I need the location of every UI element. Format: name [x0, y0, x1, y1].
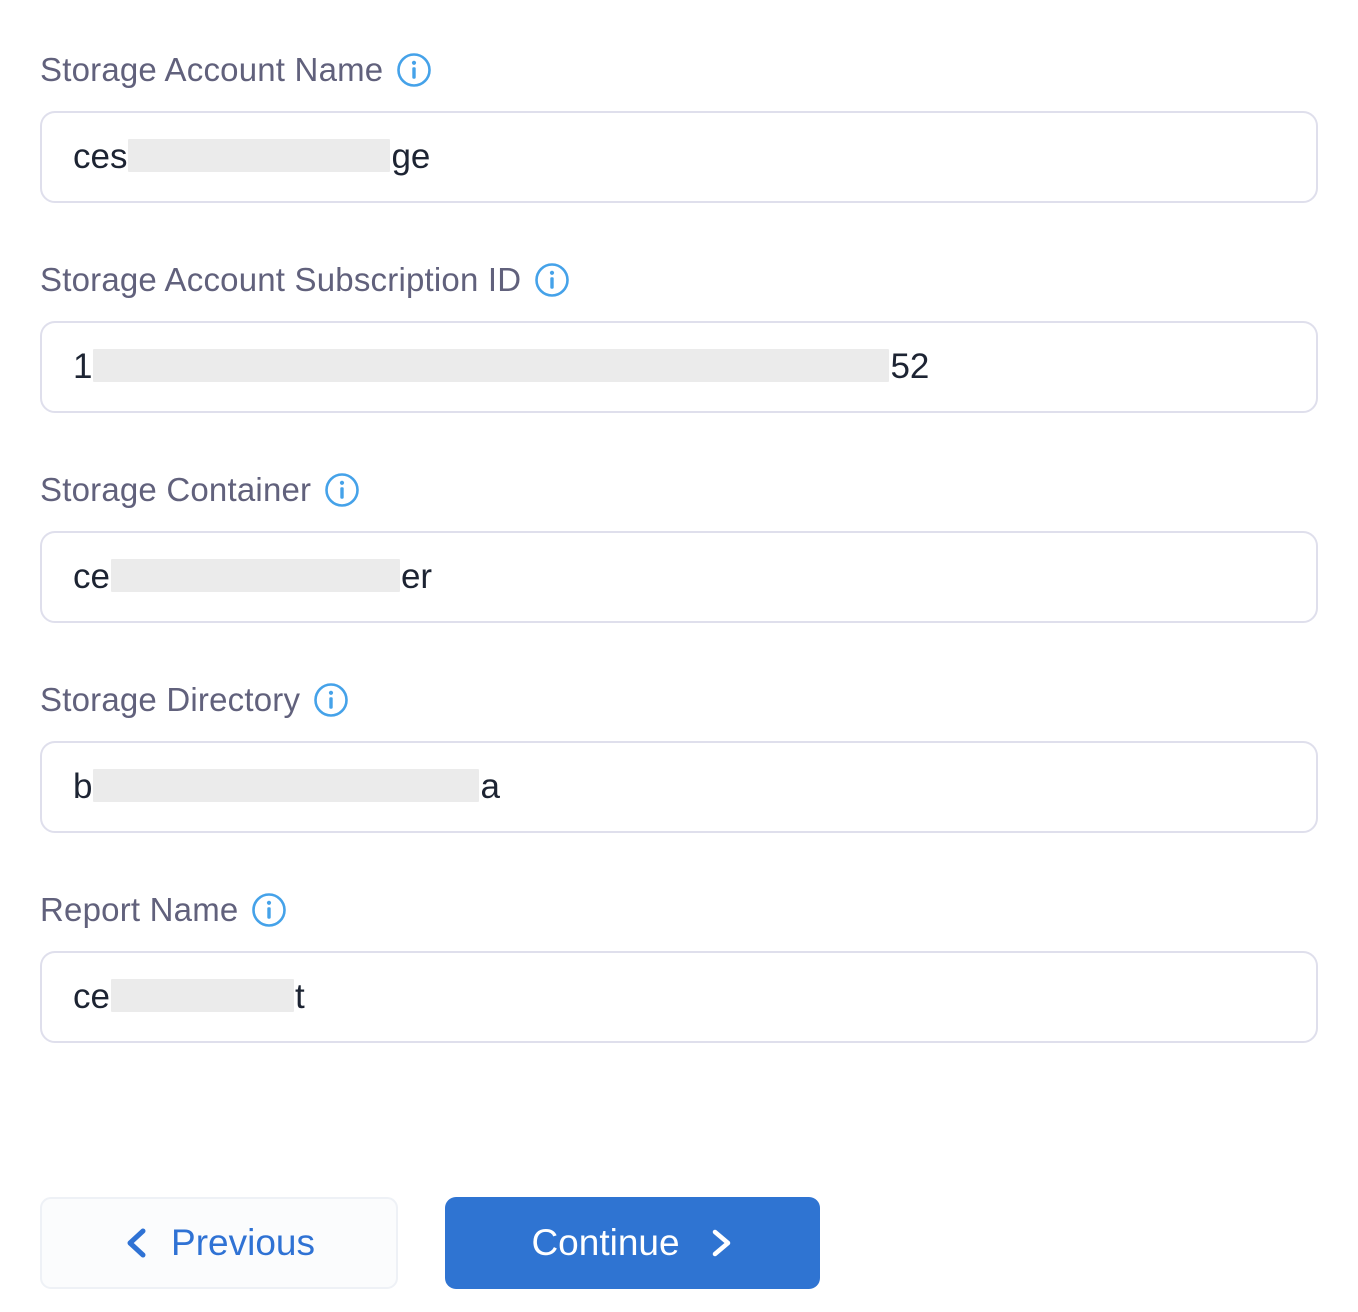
redaction-box — [128, 139, 390, 172]
field-storage-directory: Storage Directory ba — [40, 680, 1318, 833]
input-value-suffix: t — [295, 977, 305, 1017]
redaction-box — [111, 979, 294, 1012]
continue-button[interactable]: Continue — [445, 1197, 820, 1289]
input-value-suffix: ge — [391, 137, 430, 177]
redaction-box — [93, 349, 889, 382]
previous-button-label: Previous — [171, 1222, 315, 1264]
info-icon[interactable] — [251, 892, 287, 928]
input-value-suffix: 52 — [890, 347, 929, 387]
input-value-suffix: er — [401, 557, 432, 597]
field-label-row: Report Name — [40, 890, 1318, 930]
info-icon[interactable] — [324, 472, 360, 508]
field-label-row: Storage Account Name — [40, 50, 1318, 90]
field-label-row: Storage Container — [40, 470, 1318, 510]
input-value-prefix: 1 — [73, 347, 92, 387]
field-label: Report Name — [40, 891, 238, 929]
storage-directory-input[interactable]: ba — [40, 741, 1318, 833]
input-value-prefix: ce — [73, 557, 110, 597]
field-storage-account-name: Storage Account Name ces ge — [40, 50, 1318, 203]
info-icon[interactable] — [534, 262, 570, 298]
field-storage-container: Storage Container ce er — [40, 470, 1318, 623]
storage-settings-form: Storage Account Name ces ge Storage Accou… — [40, 0, 1318, 1100]
form-actions: Previous Continue — [40, 1197, 820, 1289]
storage-account-subscription-id-input[interactable]: 1 52 — [40, 321, 1318, 413]
field-storage-account-subscription-id: Storage Account Subscription ID 1 52 — [40, 260, 1318, 413]
info-icon[interactable] — [396, 52, 432, 88]
field-label: Storage Directory — [40, 681, 300, 719]
info-icon[interactable] — [313, 682, 349, 718]
field-label-row: Storage Account Subscription ID — [40, 260, 1318, 300]
continue-button-label: Continue — [531, 1222, 679, 1264]
field-label: Storage Account Name — [40, 51, 383, 89]
input-value-prefix: ces — [73, 137, 127, 177]
field-label: Storage Container — [40, 471, 311, 509]
previous-button[interactable]: Previous — [40, 1197, 398, 1289]
field-label: Storage Account Subscription ID — [40, 261, 521, 299]
storage-container-input[interactable]: ce er — [40, 531, 1318, 623]
chevron-right-icon — [710, 1225, 734, 1261]
redaction-box — [111, 559, 400, 592]
report-name-input[interactable]: ce t — [40, 951, 1318, 1043]
field-report-name: Report Name ce t — [40, 890, 1318, 1043]
input-value-prefix: ce — [73, 977, 110, 1017]
chevron-left-icon — [123, 1223, 149, 1263]
input-value-suffix: a — [480, 767, 499, 807]
field-label-row: Storage Directory — [40, 680, 1318, 720]
storage-account-name-input[interactable]: ces ge — [40, 111, 1318, 203]
redaction-box — [93, 769, 479, 802]
input-value-prefix: b — [73, 767, 92, 807]
